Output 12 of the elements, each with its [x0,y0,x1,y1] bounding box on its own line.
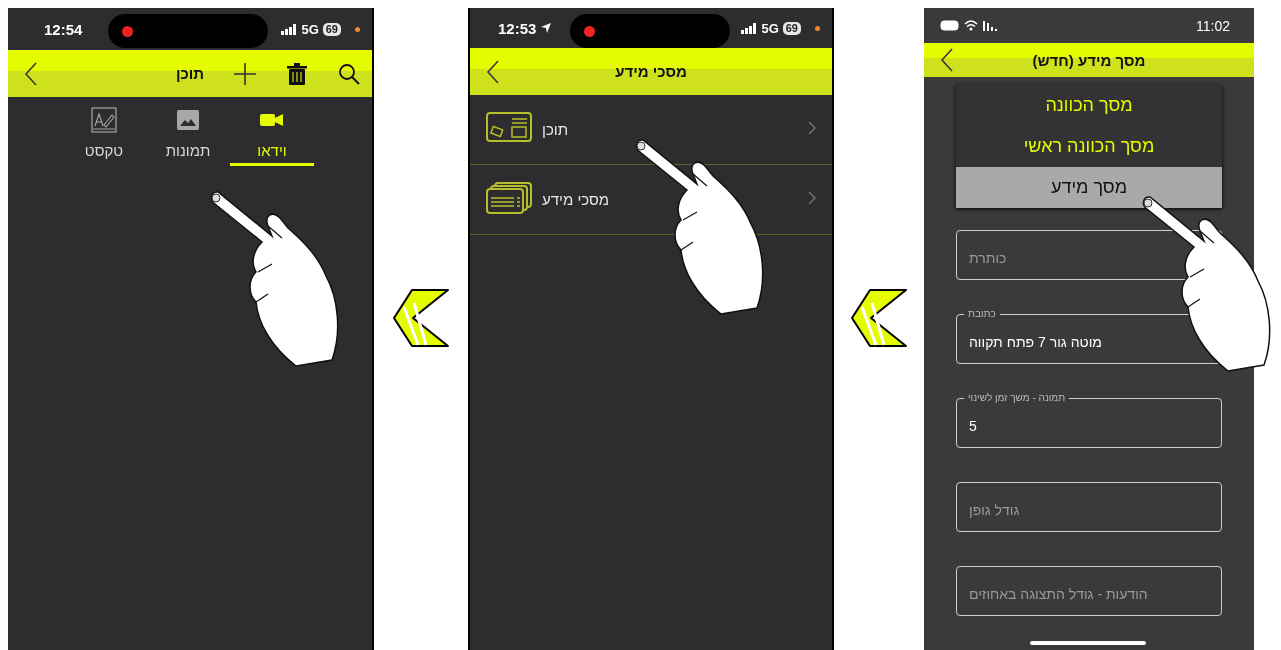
field-label: תמונה - משך זמן לשינוי [964,392,1070,404]
network-label: 5G [761,20,779,36]
status-time: 11:02 [1196,17,1230,34]
field-label: כתובת [964,308,1000,320]
screen-title: מסכי מידע [615,63,687,80]
status-time: 12:54 [44,20,83,38]
status-time: 12:53 [498,19,537,37]
screen-title: תוכן [176,65,205,82]
screen-title: מסך מידע (חדש) [1032,51,1146,69]
battery-level: 69 [322,22,341,36]
network-label: 5G [301,21,319,37]
battery-level: 69 [782,21,801,35]
